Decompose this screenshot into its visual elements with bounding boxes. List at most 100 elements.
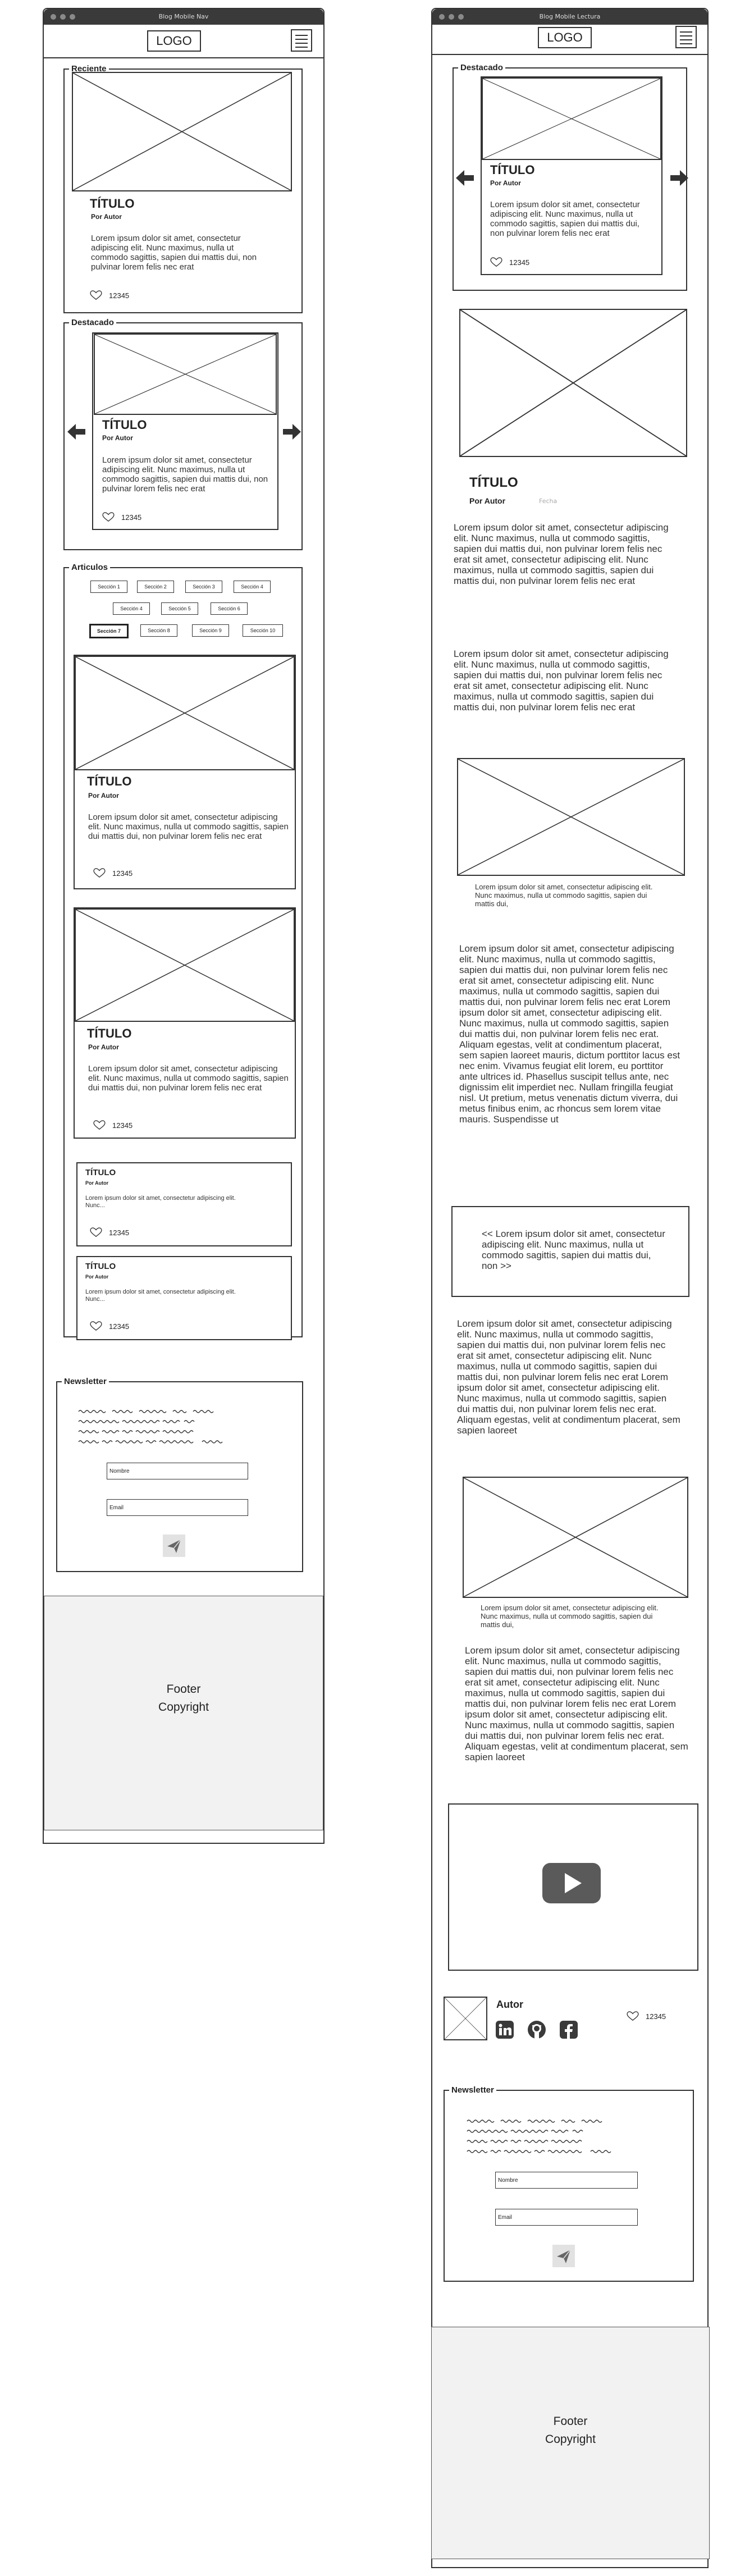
featured-excerpt: Lorem ipsum dolor sit amet, consectetur … bbox=[490, 200, 640, 238]
window-title: Blog Mobile Nav bbox=[158, 13, 209, 20]
article-paragraph: Lorem ipsum dolor sit amet, consectetur … bbox=[457, 1318, 680, 1436]
article-author[interactable]: Por Autor bbox=[85, 1274, 108, 1280]
email-field[interactable]: Email bbox=[495, 2209, 638, 2226]
article-title[interactable]: TÍTULO bbox=[85, 1262, 116, 1271]
featured-author[interactable]: Por Autor bbox=[490, 179, 521, 187]
article-likes[interactable]: 12345 bbox=[93, 1120, 132, 1130]
featured-likes[interactable]: 12345 bbox=[490, 257, 529, 267]
heart-icon[interactable] bbox=[90, 1321, 102, 1331]
recent-image-placeholder[interactable] bbox=[72, 72, 292, 191]
article-likes[interactable]: 12345 bbox=[90, 1321, 129, 1331]
heart-icon[interactable] bbox=[490, 257, 502, 267]
pull-quote-text: << Lorem ipsum dolor sit amet, consectet… bbox=[482, 1228, 665, 1271]
github-icon[interactable] bbox=[527, 2020, 547, 2040]
article-author[interactable]: Por Autor bbox=[88, 792, 119, 800]
article-likes[interactable]: 12345 bbox=[93, 868, 132, 878]
newsletter-legend: Newsletter bbox=[449, 2085, 496, 2095]
article-author[interactable]: Por Autor bbox=[88, 1043, 119, 1051]
footer: Footer Copyright bbox=[431, 2327, 710, 2559]
header-divider bbox=[431, 54, 709, 55]
heart-icon[interactable] bbox=[627, 2011, 639, 2021]
featured-title[interactable]: TÍTULO bbox=[102, 418, 147, 432]
heart-icon[interactable] bbox=[93, 1120, 106, 1130]
featured-image-placeholder[interactable] bbox=[94, 334, 277, 415]
tag-seccion-4b[interactable]: Sección 4 bbox=[113, 602, 150, 615]
article-image-placeholder[interactable] bbox=[75, 656, 295, 770]
article-likes-count: 12345 bbox=[109, 1322, 130, 1331]
footer: Footer Copyright bbox=[44, 1596, 323, 1830]
play-icon[interactable] bbox=[542, 1863, 601, 1903]
logo[interactable]: LOGO bbox=[147, 30, 201, 52]
recent-likes[interactable]: 12345 bbox=[90, 290, 129, 300]
article-excerpt: Lorem ipsum dolor sit amet, consectetur … bbox=[88, 812, 289, 841]
author-likes-count: 12345 bbox=[646, 2012, 666, 2021]
article-author[interactable]: Por Autor bbox=[469, 496, 505, 505]
newsletter-legend: Newsletter bbox=[62, 1377, 109, 1386]
article-author[interactable]: Por Autor bbox=[85, 1180, 108, 1186]
linkedin-icon[interactable] bbox=[495, 2020, 514, 2039]
article-likes[interactable]: 12345 bbox=[90, 1227, 129, 1237]
name-field[interactable]: Nombre bbox=[107, 1463, 248, 1479]
tag-seccion-10[interactable]: Sección 10 bbox=[243, 624, 283, 637]
article-title: TÍTULO bbox=[469, 475, 518, 490]
name-field[interactable]: Nombre bbox=[495, 2172, 638, 2189]
featured-excerpt: Lorem ipsum dolor sit amet, consectetur … bbox=[102, 455, 268, 494]
tag-seccion-8[interactable]: Sección 8 bbox=[140, 624, 177, 637]
tag-seccion-4a[interactable]: Sección 4 bbox=[234, 581, 271, 593]
article-title[interactable]: TÍTULO bbox=[85, 1168, 116, 1177]
featured-likes-count: 12345 bbox=[509, 258, 530, 267]
carousel-prev-arrow-icon[interactable] bbox=[66, 422, 86, 441]
featured-image-placeholder[interactable] bbox=[482, 77, 661, 160]
article-date: Fecha bbox=[539, 497, 557, 505]
author-avatar-placeholder[interactable] bbox=[444, 1997, 487, 2040]
heart-icon[interactable] bbox=[90, 1227, 102, 1237]
article-excerpt: Lorem ipsum dolor sit amet, consectetur … bbox=[85, 1289, 236, 1303]
article-excerpt: Lorem ipsum dolor sit amet, consectetur … bbox=[85, 1195, 236, 1209]
carousel-next-arrow-icon[interactable] bbox=[282, 422, 302, 441]
article-image-placeholder[interactable] bbox=[75, 908, 295, 1022]
footer-copyright: Copyright bbox=[545, 2433, 596, 2446]
featured-author[interactable]: Por Autor bbox=[102, 434, 133, 442]
carousel-next-arrow-icon[interactable] bbox=[669, 168, 689, 188]
footer-label: Footer bbox=[553, 2415, 588, 2428]
tag-seccion-2[interactable]: Sección 2 bbox=[137, 581, 174, 593]
author-name[interactable]: Autor bbox=[496, 1999, 523, 2011]
featured-likes-count: 12345 bbox=[121, 513, 142, 522]
tag-seccion-1[interactable]: Sección 1 bbox=[90, 581, 127, 593]
article-inline-image-placeholder bbox=[463, 1477, 688, 1598]
article-paragraph: Lorem ipsum dolor sit amet, consectetur … bbox=[454, 648, 669, 712]
tag-seccion-6[interactable]: Sección 6 bbox=[211, 602, 248, 615]
heart-icon[interactable] bbox=[93, 868, 106, 878]
heart-icon[interactable] bbox=[90, 290, 102, 300]
article-inline-image-placeholder bbox=[457, 758, 685, 876]
recent-title[interactable]: TÍTULO bbox=[90, 197, 134, 211]
featured-title[interactable]: TÍTULO bbox=[490, 163, 534, 177]
header-divider bbox=[43, 57, 325, 58]
facebook-icon[interactable] bbox=[559, 2020, 578, 2039]
article-likes-count: 12345 bbox=[112, 869, 133, 878]
send-icon[interactable] bbox=[552, 2245, 575, 2267]
newsletter-blurb-scribble bbox=[78, 1410, 223, 1444]
tag-seccion-5[interactable]: Sección 5 bbox=[161, 602, 198, 615]
article-title[interactable]: TÍTULO bbox=[87, 774, 131, 789]
article-hero-image-placeholder bbox=[459, 309, 687, 457]
article-paragraph: Lorem ipsum dolor sit amet, consectetur … bbox=[454, 522, 669, 586]
recent-author[interactable]: Por Autor bbox=[91, 213, 122, 221]
email-field[interactable]: Email bbox=[107, 1499, 248, 1516]
send-icon[interactable] bbox=[163, 1534, 185, 1557]
tag-seccion-9[interactable]: Sección 9 bbox=[192, 624, 229, 637]
hamburger-menu-icon[interactable] bbox=[291, 29, 312, 52]
newsletter-blurb-scribble bbox=[467, 2120, 611, 2153]
heart-icon[interactable] bbox=[102, 512, 115, 522]
tag-seccion-3[interactable]: Sección 3 bbox=[185, 581, 222, 593]
logo[interactable]: LOGO bbox=[538, 27, 592, 48]
article-paragraph: Lorem ipsum dolor sit amet, consectetur … bbox=[459, 943, 680, 1125]
tag-seccion-7-active[interactable]: Sección 7 bbox=[89, 624, 129, 638]
featured-likes[interactable]: 12345 bbox=[102, 512, 141, 522]
hamburger-menu-icon[interactable] bbox=[675, 26, 697, 48]
footer-label: Footer bbox=[166, 1683, 201, 1696]
author-likes[interactable]: 12345 bbox=[627, 2011, 666, 2021]
article-title[interactable]: TÍTULO bbox=[87, 1026, 131, 1041]
article-likes-count: 12345 bbox=[109, 1228, 130, 1237]
carousel-prev-arrow-icon[interactable] bbox=[455, 168, 475, 188]
